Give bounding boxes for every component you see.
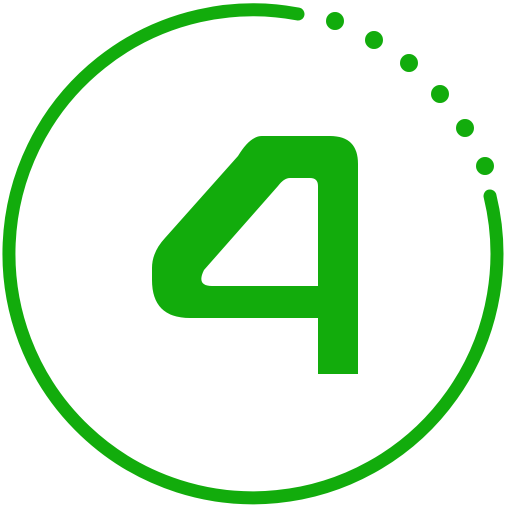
progress-dot	[326, 12, 344, 30]
progress-ring-arc	[2, 3, 504, 505]
progress-dot	[456, 119, 474, 137]
progress-dot	[476, 157, 494, 175]
countdown-four-icon	[2, 3, 504, 505]
progress-dot	[400, 54, 418, 72]
progress-dot	[365, 31, 383, 49]
progress-dot	[431, 85, 449, 103]
countdown-icon-canvas: 4	[0, 0, 512, 512]
digit-four-glyph	[152, 136, 358, 374]
